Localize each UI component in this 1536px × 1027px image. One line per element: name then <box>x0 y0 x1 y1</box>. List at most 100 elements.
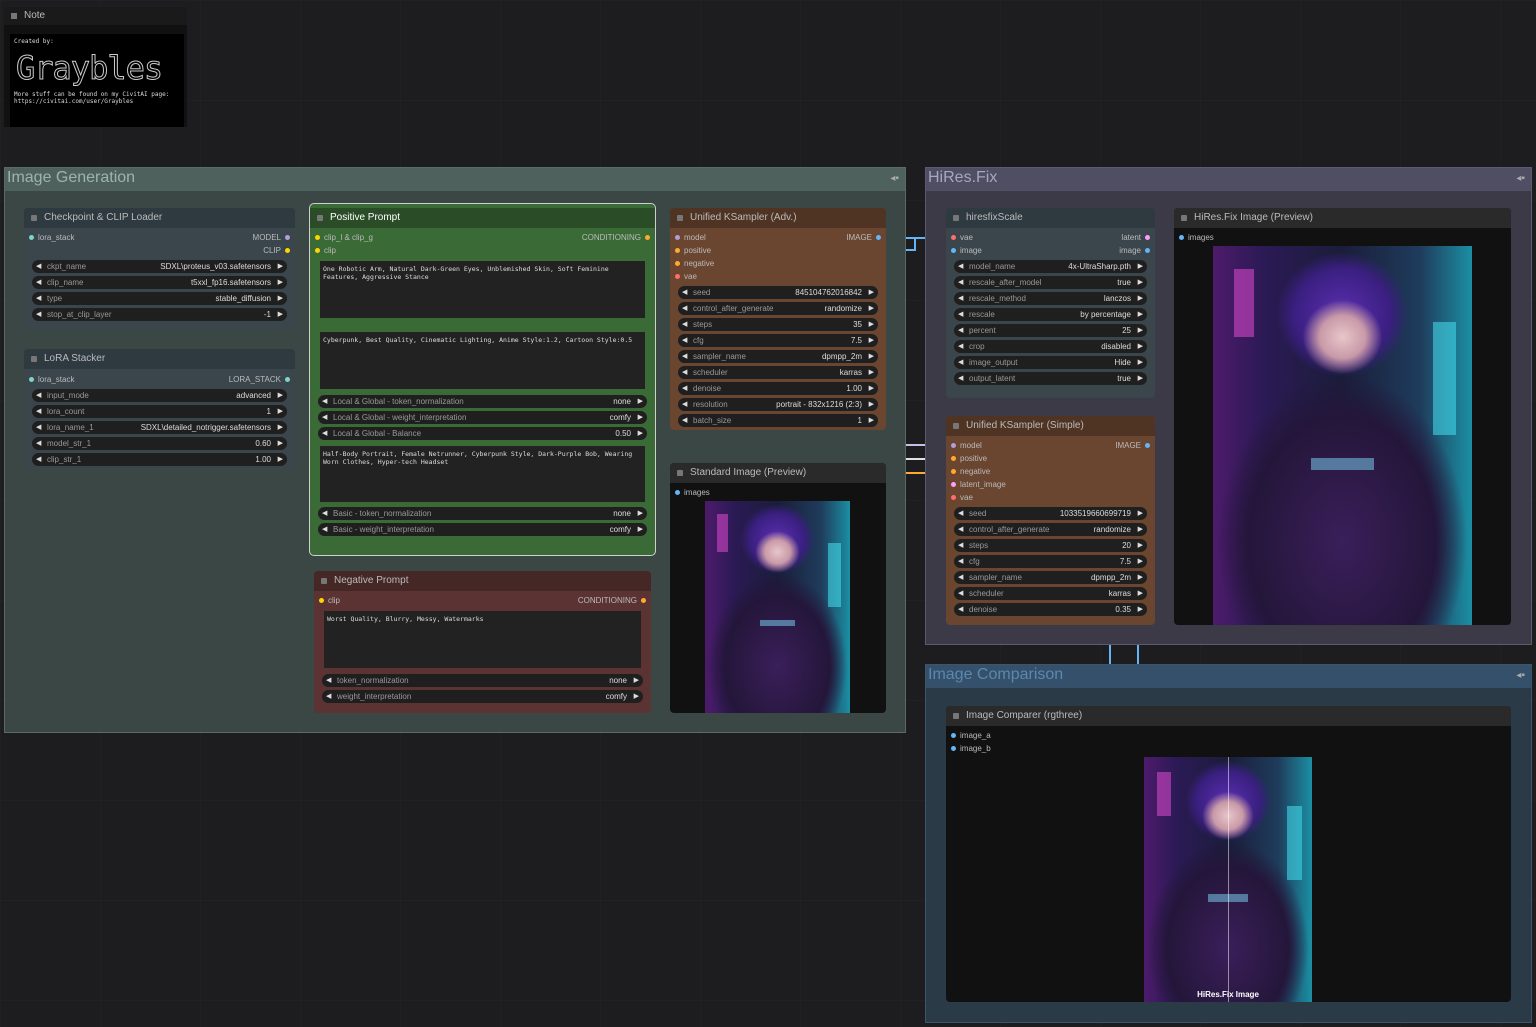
ksampler-adv-node[interactable]: Unified KSampler (Adv.) model IMAGE posi… <box>670 208 886 430</box>
collapse-dot-icon[interactable] <box>1181 215 1187 221</box>
widget-rescale-method[interactable]: ◀ rescale_method lanczos ▶ <box>954 292 1147 305</box>
widget-cfg[interactable]: ◀ cfg 7.5 ▶ <box>954 555 1147 568</box>
left-arrow-icon[interactable]: ◀ <box>958 539 963 552</box>
right-arrow-icon[interactable]: ▶ <box>278 437 283 450</box>
right-arrow-icon[interactable]: ▶ <box>1138 571 1143 584</box>
right-arrow-icon[interactable]: ▶ <box>638 395 643 408</box>
input-slot-image-a[interactable] <box>951 733 956 738</box>
prompt-text-negative[interactable]: Worst Quality, Blurry, Messy, Watermarks <box>324 611 641 668</box>
right-arrow-icon[interactable]: ▶ <box>278 453 283 466</box>
widget-lora-count[interactable]: ◀ lora_count 1 ▶ <box>32 405 287 418</box>
collapse-dot-icon[interactable] <box>31 356 37 362</box>
left-arrow-icon[interactable]: ◀ <box>36 308 41 321</box>
widget-basic-token-normalization[interactable]: ◀ Basic - token_normalization none ▶ <box>318 507 647 520</box>
image-comparer-node[interactable]: Image Comparer (rgthree) image_a image_b… <box>946 706 1511 1002</box>
hiresfix-scale-node[interactable]: hiresfixScale vae latent image image ◀ mo… <box>946 208 1155 398</box>
widget-lg-balance[interactable]: ◀ Local & Global - Balance 0.50 ▶ <box>318 427 647 440</box>
left-arrow-icon[interactable]: ◀ <box>682 366 687 379</box>
left-arrow-icon[interactable]: ◀ <box>36 292 41 305</box>
right-arrow-icon[interactable]: ▶ <box>869 318 874 331</box>
standard-image-preview-node[interactable]: Standard Image (Preview) images <box>670 463 886 713</box>
left-arrow-icon[interactable]: ◀ <box>682 414 687 427</box>
collapse-dot-icon[interactable] <box>11 13 17 19</box>
right-arrow-icon[interactable]: ▶ <box>278 260 283 273</box>
right-arrow-icon[interactable]: ▶ <box>1138 603 1143 616</box>
input-slot-images[interactable] <box>1179 235 1184 240</box>
output-slot-image[interactable] <box>1145 443 1150 448</box>
widget-crop[interactable]: ◀ crop disabled ▶ <box>954 340 1147 353</box>
widget-lg-token-normalization[interactable]: ◀ Local & Global - token_normalization non… <box>318 395 647 408</box>
left-arrow-icon[interactable]: ◀ <box>326 690 331 703</box>
left-arrow-icon[interactable]: ◀ <box>682 302 687 315</box>
input-slot-clip[interactable] <box>315 248 320 253</box>
lora-stacker-node[interactable]: LoRA Stacker lora_stack LORA_STACK ◀ inpu… <box>24 349 295 469</box>
widget-seed[interactable]: ◀ seed 1033519660699719 ▶ <box>954 507 1147 520</box>
output-slot-latent[interactable] <box>1145 235 1150 240</box>
ksampler-simple-node[interactable]: Unified KSampler (Simple) model IMAGE po… <box>946 416 1155 625</box>
input-slot-vae[interactable] <box>951 235 956 240</box>
left-arrow-icon[interactable]: ◀ <box>958 555 963 568</box>
right-arrow-icon[interactable]: ▶ <box>1138 587 1143 600</box>
left-arrow-icon[interactable]: ◀ <box>958 523 963 536</box>
widget-basic-weight-interpretation[interactable]: ◀ Basic - weight_interpretation comfy ▶ <box>318 523 647 536</box>
left-arrow-icon[interactable]: ◀ <box>322 411 327 424</box>
right-arrow-icon[interactable]: ▶ <box>1138 356 1143 369</box>
right-arrow-icon[interactable]: ▶ <box>278 292 283 305</box>
left-arrow-icon[interactable]: ◀ <box>36 453 41 466</box>
output-slot-conditioning[interactable] <box>641 598 646 603</box>
left-arrow-icon[interactable]: ◀ <box>958 356 963 369</box>
left-arrow-icon[interactable]: ◀ <box>322 395 327 408</box>
widget-image-output[interactable]: ◀ image_output Hide ▶ <box>954 356 1147 369</box>
widget-lg-weight-interpretation[interactable]: ◀ Local & Global - weight_interpretation c… <box>318 411 647 424</box>
input-slot-lora-stack[interactable] <box>29 377 34 382</box>
input-slot-vae[interactable] <box>951 495 956 500</box>
left-arrow-icon[interactable]: ◀ <box>682 334 687 347</box>
prompt-text-g[interactable]: Cyberpunk, Best Quality, Cinematic Light… <box>320 332 645 389</box>
widget-rescale[interactable]: ◀ rescale by percentage ▶ <box>954 308 1147 321</box>
right-arrow-icon[interactable]: ▶ <box>869 350 874 363</box>
input-slot-positive[interactable] <box>675 248 680 253</box>
prompt-text-basic[interactable]: Half-Body Portrait, Female Netrunner, Cy… <box>320 446 645 502</box>
input-slot-clip[interactable] <box>319 598 324 603</box>
right-arrow-icon[interactable]: ▶ <box>1138 340 1143 353</box>
input-slot-model[interactable] <box>951 443 956 448</box>
left-arrow-icon[interactable]: ◀ <box>958 260 963 273</box>
collapse-dot-icon[interactable] <box>953 713 959 719</box>
prompt-text-l[interactable]: One Robotic Arm, Natural Dark-Green Eyes… <box>320 261 645 318</box>
right-arrow-icon[interactable]: ▶ <box>869 366 874 379</box>
right-arrow-icon[interactable]: ▶ <box>1138 292 1143 305</box>
note-node[interactable]: Note Created by: Graybles More stuff can… <box>4 7 187 127</box>
left-arrow-icon[interactable]: ◀ <box>958 308 963 321</box>
right-arrow-icon[interactable]: ▶ <box>869 334 874 347</box>
input-slot-latent-image[interactable] <box>951 482 956 487</box>
widget-stop-at-clip-layer[interactable]: ◀ stop_at_clip_layer -1 ▶ <box>32 308 287 321</box>
widget-denoise[interactable]: ◀ denoise 1.00 ▶ <box>678 382 878 395</box>
left-arrow-icon[interactable]: ◀ <box>958 276 963 289</box>
right-arrow-icon[interactable]: ▶ <box>278 405 283 418</box>
left-arrow-icon[interactable]: ◀ <box>958 372 963 385</box>
widget-steps[interactable]: ◀ steps 20 ▶ <box>954 539 1147 552</box>
right-arrow-icon[interactable]: ▶ <box>869 286 874 299</box>
right-arrow-icon[interactable]: ▶ <box>278 276 283 289</box>
output-slot-conditioning[interactable] <box>645 235 650 240</box>
widget-token-normalization[interactable]: ◀ token_normalization none ▶ <box>322 674 643 687</box>
right-arrow-icon[interactable]: ▶ <box>638 523 643 536</box>
negative-prompt-node[interactable]: Negative Prompt clip CONDITIONING Worst … <box>314 571 651 713</box>
right-arrow-icon[interactable]: ▶ <box>1138 523 1143 536</box>
widget-steps[interactable]: ◀ steps 35 ▶ <box>678 318 878 331</box>
right-arrow-icon[interactable]: ▶ <box>869 398 874 411</box>
input-slot-vae[interactable] <box>675 274 680 279</box>
collapse-dot-icon[interactable] <box>677 470 683 476</box>
widget-model-name[interactable]: ◀ model_name 4x-UltraSharp.pth ▶ <box>954 260 1147 273</box>
collapse-dot-icon[interactable] <box>317 215 323 221</box>
input-slot-model[interactable] <box>675 235 680 240</box>
left-arrow-icon[interactable]: ◀ <box>958 587 963 600</box>
left-arrow-icon[interactable]: ◀ <box>682 398 687 411</box>
left-arrow-icon[interactable]: ◀ <box>36 276 41 289</box>
group-toggle-icon[interactable]: ◂▪ <box>890 173 899 184</box>
hires-image-preview-node[interactable]: HiRes.Fix Image (Preview) images <box>1174 208 1511 625</box>
widget-ckpt-name[interactable]: ◀ ckpt_name SDXL\proteus_v03.safetensors ▶ <box>32 260 287 273</box>
right-arrow-icon[interactable]: ▶ <box>278 389 283 402</box>
input-slot-image-b[interactable] <box>951 746 956 751</box>
left-arrow-icon[interactable]: ◀ <box>682 318 687 331</box>
